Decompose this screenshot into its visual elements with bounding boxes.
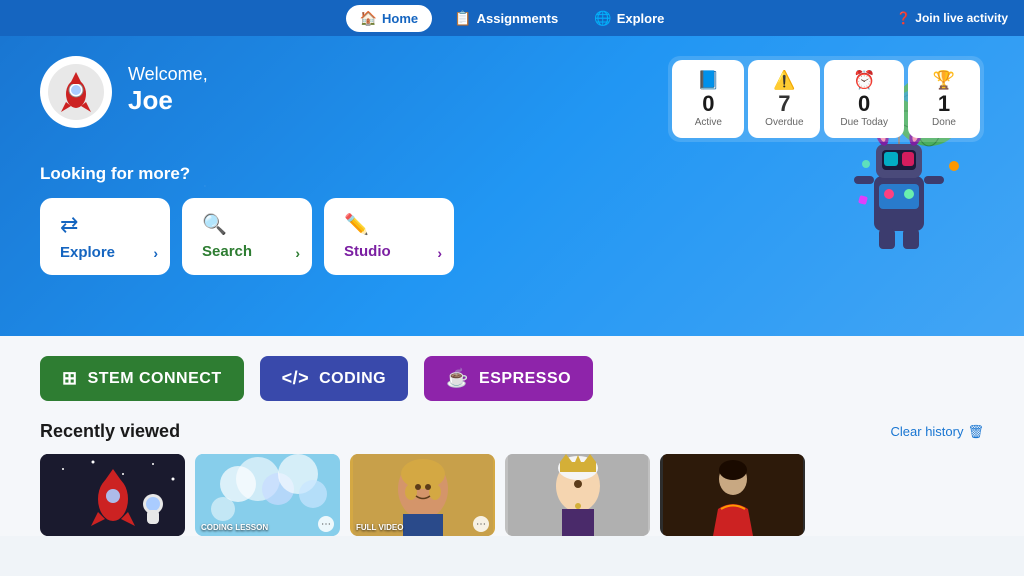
recently-viewed-title: Recently viewed bbox=[40, 421, 180, 442]
thumb-4-bg bbox=[505, 454, 650, 536]
studio-chevron: › bbox=[437, 245, 442, 261]
join-live-icon: ❓ bbox=[896, 11, 911, 25]
stat-active-icon: 📘 bbox=[688, 70, 728, 91]
nav-assignments-label: Assignments bbox=[477, 11, 559, 26]
nav-items: 🏠 Home 📋 Assignments 🌐 Explore bbox=[346, 5, 679, 32]
join-live-button[interactable]: ❓ Join live activity bbox=[896, 11, 1008, 25]
hero-section: Welcome, Joe 📘 0 Active ⚠️ 7 Overdue ⏰ 0… bbox=[0, 36, 1024, 336]
stat-active[interactable]: 📘 0 Active bbox=[672, 60, 744, 138]
thumb-5-bg bbox=[660, 454, 805, 536]
espresso-button[interactable]: ☕ ESPRESSO bbox=[424, 356, 593, 401]
thumbnails-row: CODING LESSON ⋯ FULL VIDEO ⋯ bbox=[40, 454, 984, 536]
hero-top-row: Welcome, Joe 📘 0 Active ⚠️ 7 Overdue ⏰ 0… bbox=[40, 56, 984, 142]
explore-chevron: › bbox=[153, 245, 158, 261]
thumb-2-label: CODING LESSON bbox=[201, 523, 268, 532]
thumb-1-image bbox=[43, 454, 183, 536]
nav-explore[interactable]: 🌐 Explore bbox=[580, 5, 678, 32]
stat-due-today-label: Due Today bbox=[840, 117, 888, 128]
stem-connect-button[interactable]: ⊞ STEM CONNECT bbox=[40, 356, 244, 401]
stat-overdue[interactable]: ⚠️ 7 Overdue bbox=[748, 60, 820, 138]
stat-due-today[interactable]: ⏰ 0 Due Today bbox=[824, 60, 904, 138]
shortcut-explore[interactable]: ⇄ Explore › bbox=[40, 198, 170, 275]
top-navigation: 🏠 Home 📋 Assignments 🌐 Explore ❓ Join li… bbox=[0, 0, 1024, 36]
thumb-5-image bbox=[663, 454, 803, 536]
thumb-5[interactable] bbox=[660, 454, 805, 536]
coding-icon: </> bbox=[282, 368, 310, 389]
thumb-2-more[interactable]: ⋯ bbox=[318, 516, 334, 532]
clear-history-label: Clear history bbox=[891, 424, 964, 439]
stat-overdue-label: Overdue bbox=[764, 117, 804, 128]
recently-viewed-section: Recently viewed Clear history 🗑 bbox=[0, 421, 1024, 536]
explore-label: Explore bbox=[60, 244, 150, 261]
thumb-2[interactable]: CODING LESSON ⋯ bbox=[195, 454, 340, 536]
shortcut-studio[interactable]: ✏️ Studio › bbox=[324, 198, 454, 275]
stat-done[interactable]: 🏆 1 Done bbox=[908, 60, 980, 138]
search-label: Search bbox=[202, 243, 292, 260]
stat-overdue-icon: ⚠️ bbox=[764, 70, 804, 91]
home-icon: 🏠 bbox=[360, 10, 377, 27]
coding-label: CODING bbox=[319, 370, 386, 388]
thumb-3-label: FULL VIDEO bbox=[356, 523, 403, 532]
explore-icon: ⇄ bbox=[60, 212, 150, 238]
assignments-icon: 📋 bbox=[454, 10, 471, 27]
nav-home[interactable]: 🏠 Home bbox=[346, 5, 433, 32]
thumb-1-bg bbox=[40, 454, 185, 536]
stat-active-label: Active bbox=[688, 117, 728, 128]
stat-overdue-value: 7 bbox=[764, 93, 804, 115]
product-bar: ⊞ STEM CONNECT </> CODING ☕ ESPRESSO bbox=[0, 336, 1024, 421]
studio-label: Studio bbox=[344, 243, 434, 260]
stats-panel: 📘 0 Active ⚠️ 7 Overdue ⏰ 0 Due Today 🏆 … bbox=[668, 56, 984, 142]
coding-button[interactable]: </> CODING bbox=[260, 356, 409, 401]
thumb-4[interactable] bbox=[505, 454, 650, 536]
espresso-label: ESPRESSO bbox=[479, 370, 571, 388]
welcome-text: Welcome, Joe bbox=[128, 64, 208, 116]
avatar-image bbox=[46, 62, 106, 122]
nav-explore-label: Explore bbox=[617, 11, 665, 26]
user-name: Joe bbox=[128, 85, 208, 116]
stem-label: STEM CONNECT bbox=[88, 370, 222, 388]
stat-done-label: Done bbox=[924, 117, 964, 128]
recently-viewed-header: Recently viewed Clear history 🗑 bbox=[40, 421, 984, 442]
stat-done-icon: 🏆 bbox=[924, 70, 964, 91]
nav-assignments[interactable]: 📋 Assignments bbox=[440, 5, 572, 32]
thumb-3[interactable]: FULL VIDEO ⋯ bbox=[350, 454, 495, 536]
shortcut-search[interactable]: 🔍 Search › bbox=[182, 198, 312, 275]
stat-done-value: 1 bbox=[924, 93, 964, 115]
stem-icon: ⊞ bbox=[62, 368, 78, 389]
studio-icon: ✏️ bbox=[344, 212, 434, 237]
stat-due-today-value: 0 bbox=[840, 93, 888, 115]
thumb-4-image bbox=[508, 454, 648, 536]
nav-home-label: Home bbox=[382, 11, 418, 26]
trash-icon: 🗑 bbox=[967, 424, 984, 440]
welcome-greeting: Welcome, bbox=[128, 64, 208, 85]
clear-history-button[interactable]: Clear history 🗑 bbox=[891, 424, 984, 440]
join-live-label: Join live activity bbox=[915, 11, 1008, 25]
explore-nav-icon: 🌐 bbox=[594, 10, 611, 27]
search-icon: 🔍 bbox=[202, 212, 292, 237]
thumb-3-more[interactable]: ⋯ bbox=[473, 516, 489, 532]
thumb-1[interactable] bbox=[40, 454, 185, 536]
stat-active-value: 0 bbox=[688, 93, 728, 115]
search-chevron: › bbox=[295, 245, 300, 261]
espresso-icon: ☕ bbox=[446, 368, 469, 389]
avatar bbox=[40, 56, 112, 128]
stat-due-today-icon: ⏰ bbox=[840, 70, 888, 91]
